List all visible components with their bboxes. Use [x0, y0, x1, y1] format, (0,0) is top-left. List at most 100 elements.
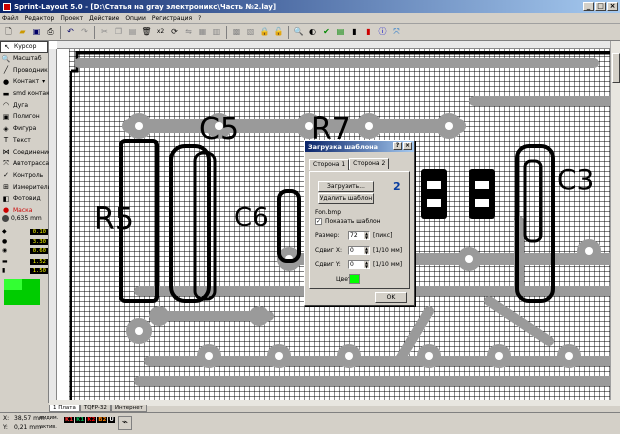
- spinner-arrows-icon[interactable]: ▲ ▼: [364, 247, 369, 254]
- menu-file[interactable]: Файл: [2, 15, 19, 22]
- redo-icon[interactable]: ↷: [78, 26, 91, 39]
- layer-b2[interactable]: B2: [97, 417, 108, 423]
- tool-text[interactable]: T Текст: [0, 135, 48, 147]
- layer-k1-silk[interactable]: K1: [75, 417, 86, 423]
- horizontal-ruler: [57, 41, 610, 49]
- dialog-title-bar: Загрузка шаблона ? ×: [305, 141, 414, 152]
- close-button[interactable]: ×: [607, 2, 618, 11]
- lock-icon[interactable]: 🔒: [258, 26, 271, 39]
- ok-button[interactable]: OK: [375, 292, 407, 303]
- pad-icon: ●: [2, 77, 10, 86]
- layer-color-preview[interactable]: [4, 279, 40, 305]
- components-icon[interactable]: ▮: [362, 26, 375, 39]
- tool-label: Контакт: [13, 78, 40, 86]
- grid-icon[interactable]: ▦: [196, 26, 209, 39]
- ic-icon[interactable]: ▮: [348, 26, 361, 39]
- tool-measure[interactable]: ⊞ Измеритель: [0, 181, 51, 193]
- tool-photoview[interactable]: ◧ Фотовид: [0, 193, 48, 205]
- tool-test[interactable]: ✓ Контроль: [0, 170, 48, 182]
- tool-smd-pad[interactable]: ▬ smd контакт: [0, 88, 54, 100]
- mirror-icon[interactable]: ⇋: [182, 26, 195, 39]
- tool-polygon[interactable]: ▣ Полигон: [0, 111, 48, 123]
- tool-label: Фотовид: [13, 195, 41, 203]
- tool-zoom[interactable]: 🔍 Масштаб: [0, 53, 48, 65]
- info-icon[interactable]: ⓘ: [376, 26, 389, 39]
- spinner-arrows-icon[interactable]: ▲ ▼: [364, 261, 369, 268]
- tool-arc[interactable]: ◠ Дуга: [0, 99, 48, 111]
- dialog-help-button[interactable]: ?: [393, 142, 402, 150]
- autoroute-icon[interactable]: ⤧: [390, 26, 403, 39]
- color-swatch[interactable]: [349, 274, 360, 284]
- app-icon: [3, 2, 11, 11]
- layer-k2[interactable]: K2: [86, 417, 97, 423]
- cut-icon[interactable]: ✂: [98, 26, 111, 39]
- layer-k1-top[interactable]: K1: [64, 417, 75, 423]
- tab-board-1[interactable]: 1 Плата: [49, 405, 80, 412]
- tool-connection[interactable]: ⋈ Соединение: [0, 146, 52, 158]
- dialog-close-button[interactable]: ×: [403, 142, 412, 150]
- tool-label: Фигура: [13, 125, 37, 133]
- size-spinner[interactable]: 72 ▲ ▼: [348, 231, 370, 240]
- zoom-icon[interactable]: 🔍: [292, 26, 305, 39]
- value-row-3[interactable]: ◉ 0.60: [2, 246, 48, 255]
- tab-side-2[interactable]: Сторона 2: [349, 158, 390, 169]
- delete-icon[interactable]: 🗑: [140, 26, 153, 39]
- shift-x-spinner[interactable]: 0 ▲ ▼: [348, 246, 370, 255]
- probe-icon[interactable]: ⌁: [118, 416, 132, 430]
- rotate-icon[interactable]: ⟳: [168, 26, 181, 39]
- tool-autoroute[interactable]: ⤧ Автотрасса: [0, 158, 49, 170]
- vertical-scroll-thumb[interactable]: [612, 53, 620, 83]
- tab-side-1[interactable]: Сторона 1: [309, 159, 350, 170]
- ungroup-icon[interactable]: ▧: [244, 26, 257, 39]
- status-bar: X: 38,57 mm Y: 0,21 mm видим. актив. K1 …: [0, 412, 620, 434]
- open-icon[interactable]: ▰: [16, 26, 29, 39]
- menu-help[interactable]: ?: [198, 15, 201, 22]
- tool-track[interactable]: ╱ Проводник: [0, 64, 48, 76]
- drc-icon[interactable]: ✔: [320, 26, 333, 39]
- group-icon[interactable]: ▩: [230, 26, 243, 39]
- template-file-name: Fon.bmp: [315, 209, 342, 216]
- maximize-button[interactable]: □: [595, 2, 606, 11]
- side-number: 2: [393, 180, 401, 193]
- track-width[interactable]: 0,635 mm: [2, 213, 48, 223]
- dropdown-arrow-icon[interactable]: ▾: [42, 78, 45, 85]
- undo-icon[interactable]: ↶: [64, 26, 77, 39]
- minimize-button[interactable]: _: [583, 2, 594, 11]
- tab-internet[interactable]: Интернет: [110, 405, 147, 412]
- menu-edit[interactable]: Редактор: [25, 15, 55, 22]
- shift-y-label: Сдвиг Y:: [315, 261, 341, 268]
- menu-action[interactable]: Действие: [89, 15, 119, 22]
- vertical-scrollbar[interactable]: [610, 41, 620, 400]
- value-row-5[interactable]: ▮ 1.50: [2, 266, 48, 275]
- show-template-checkbox[interactable]: ✓: [315, 218, 322, 225]
- tab-tqfp-32[interactable]: TQFP-32: [79, 405, 111, 412]
- menu-registration[interactable]: Регистрация: [152, 15, 192, 22]
- test-icon: ✓: [3, 171, 9, 180]
- photoview-icon: ◧: [2, 194, 10, 203]
- save-icon[interactable]: ▣: [30, 26, 43, 39]
- menu-options[interactable]: Опции: [125, 15, 146, 22]
- dialog-panel: Загрузить... Удалить шаблон 2 Fon.bmp ✓ …: [309, 171, 410, 289]
- value-row-4[interactable]: ▬ 1.52: [2, 257, 48, 266]
- contrast-icon[interactable]: ◐: [306, 26, 319, 39]
- align-icon[interactable]: ▥: [210, 26, 223, 39]
- spinner-arrows-icon[interactable]: ▲ ▼: [364, 232, 369, 239]
- print-icon[interactable]: ⎙: [44, 26, 57, 39]
- value-row-1[interactable]: ◆ 0.10: [2, 227, 48, 236]
- layer-u[interactable]: U: [108, 417, 115, 423]
- cursor-icon: ↖: [4, 42, 10, 51]
- tool-shape[interactable]: ◈ Фигура: [0, 123, 48, 135]
- zoom-x2-icon[interactable]: x2: [154, 26, 167, 39]
- copy-icon[interactable]: ❐: [112, 26, 125, 39]
- value-row-2[interactable]: ● 3.30: [2, 237, 48, 246]
- delete-template-button[interactable]: Удалить шаблон: [318, 193, 374, 204]
- unlock-icon[interactable]: 🔓: [272, 26, 285, 39]
- paste-icon[interactable]: ▤: [126, 26, 139, 39]
- new-icon[interactable]: 🗋: [2, 26, 15, 39]
- load-template-button[interactable]: Загрузить...: [318, 181, 374, 192]
- tool-pad[interactable]: ● Контакт ▾: [0, 76, 48, 88]
- menu-project[interactable]: Проект: [60, 15, 83, 22]
- shift-y-spinner[interactable]: 0 ▲ ▼: [348, 260, 370, 269]
- tool-cursor[interactable]: ↖ Курсор: [0, 41, 48, 53]
- layers-icon[interactable]: ▤: [334, 26, 347, 39]
